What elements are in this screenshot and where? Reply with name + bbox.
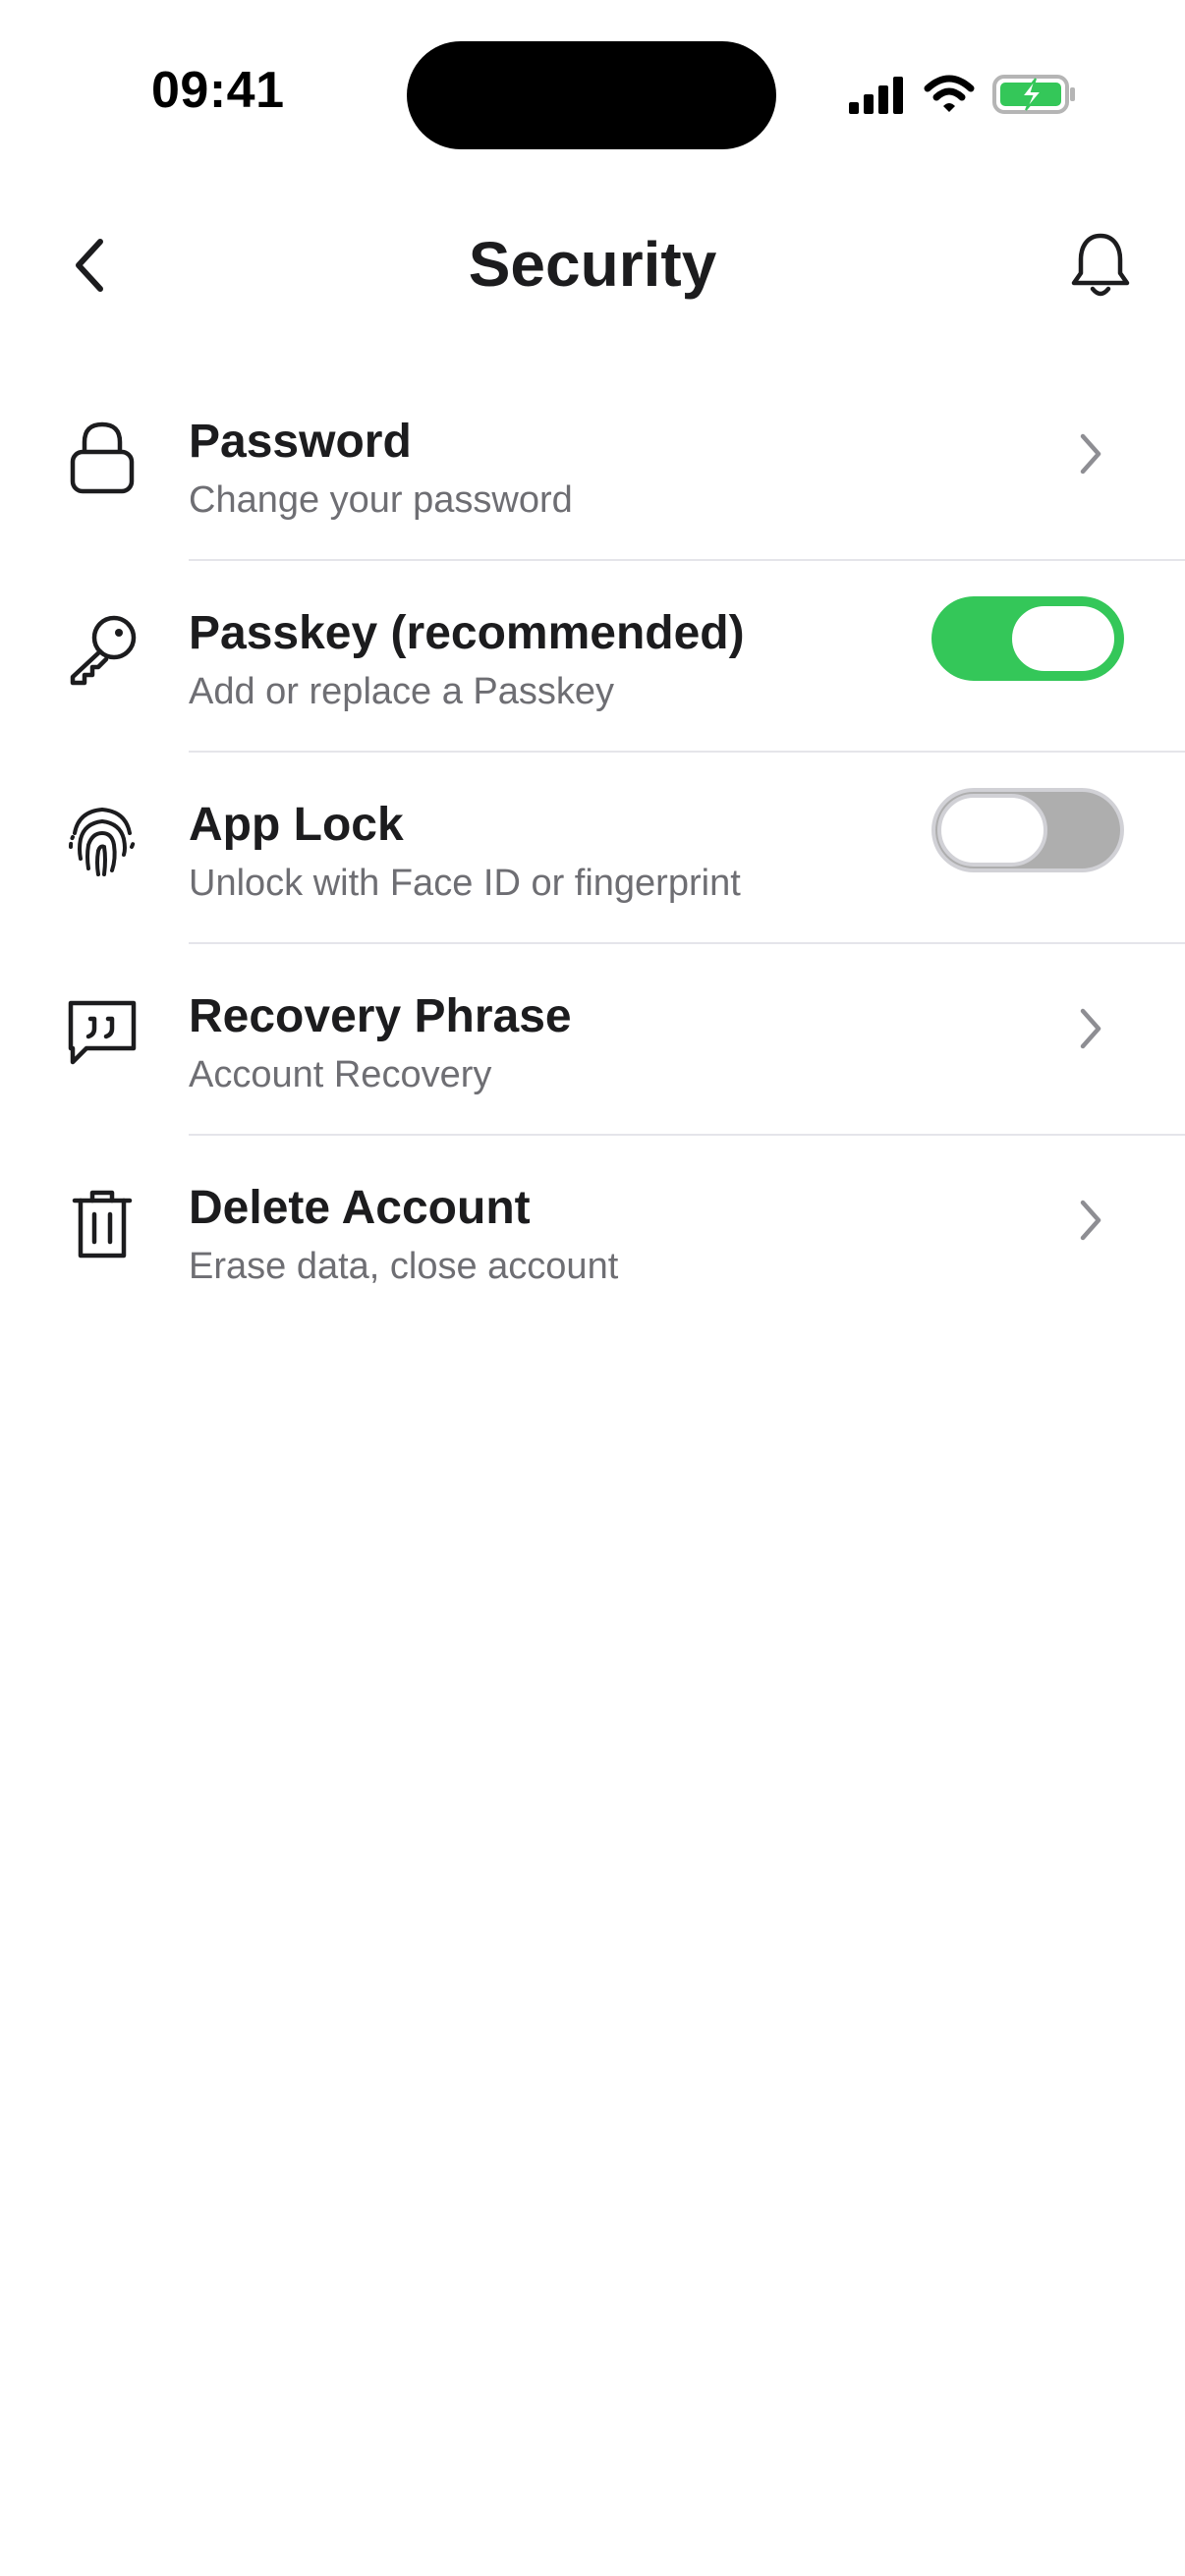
app-lock-row: App Lock Unlock with Face ID or fingerpr… bbox=[0, 753, 1185, 944]
chevron-right-icon bbox=[1071, 420, 1110, 487]
password-title: Password bbox=[189, 416, 412, 468]
password-row[interactable]: Password Change your password bbox=[0, 369, 1185, 561]
passkey-subtitle: Add or replace a Passkey bbox=[189, 671, 615, 712]
security-settings-list: Password Change your password Passkey (r… bbox=[0, 369, 1185, 1327]
recovery-phrase-row[interactable]: Recovery Phrase Account Recovery bbox=[0, 944, 1185, 1136]
app-lock-title: App Lock bbox=[189, 799, 404, 851]
toggle-knob bbox=[1008, 602, 1118, 675]
passkey-title: Passkey (recommended) bbox=[189, 607, 745, 659]
nav-bar: Security bbox=[0, 206, 1185, 324]
delete-account-subtitle: Erase data, close account bbox=[189, 1246, 619, 1287]
recovery-phrase-title: Recovery Phrase bbox=[189, 990, 572, 1042]
key-icon bbox=[61, 608, 143, 691]
passkey-row: Passkey (recommended) Add or replace a P… bbox=[0, 561, 1185, 753]
status-icons bbox=[847, 71, 1077, 122]
chevron-right-icon bbox=[1071, 1187, 1110, 1254]
app-lock-subtitle: Unlock with Face ID or fingerprint bbox=[189, 863, 741, 904]
chevron-right-icon bbox=[1071, 995, 1110, 1062]
status-time: 09:41 bbox=[151, 62, 285, 119]
toggle-knob bbox=[937, 794, 1047, 867]
passkey-toggle[interactable] bbox=[931, 596, 1124, 681]
bell-icon bbox=[1071, 233, 1130, 297]
fingerprint-icon bbox=[61, 800, 143, 882]
lock-icon bbox=[61, 417, 143, 499]
dynamic-island bbox=[407, 41, 776, 149]
quote-message-icon bbox=[61, 991, 143, 1074]
notifications-button[interactable] bbox=[1061, 226, 1140, 305]
app-lock-toggle[interactable] bbox=[931, 788, 1124, 872]
page-title: Security bbox=[468, 229, 717, 300]
recovery-phrase-subtitle: Account Recovery bbox=[189, 1054, 492, 1095]
password-subtitle: Change your password bbox=[189, 479, 573, 521]
delete-account-title: Delete Account bbox=[189, 1182, 531, 1234]
battery-charging-icon bbox=[992, 74, 1077, 120]
delete-account-row[interactable]: Delete Account Erase data, close account bbox=[0, 1136, 1185, 1327]
cellular-signal-icon bbox=[847, 75, 906, 119]
wifi-icon bbox=[924, 75, 975, 119]
status-bar: 09:41 bbox=[0, 0, 1185, 187]
trash-icon bbox=[61, 1183, 143, 1265]
